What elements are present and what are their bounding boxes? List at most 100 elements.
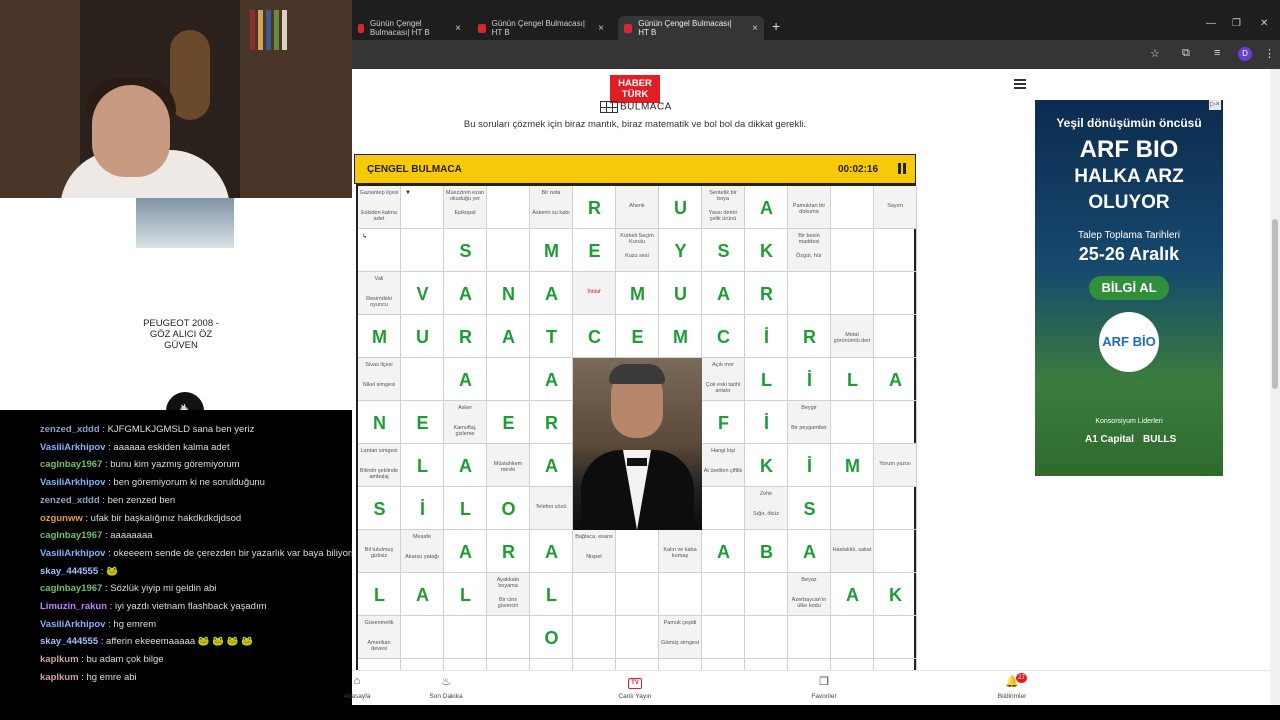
grid-cell[interactable]: [874, 487, 917, 530]
grid-letter-cell[interactable]: İ: [401, 487, 444, 530]
grid-cell[interactable]: [788, 659, 831, 670]
chat-username[interactable]: VasiliArkhipov: [40, 477, 105, 488]
close-icon[interactable]: ×: [752, 23, 758, 34]
grid-cell[interactable]: [487, 358, 530, 401]
grid-cell[interactable]: [702, 487, 745, 530]
grid-letter-cell[interactable]: İ: [788, 444, 831, 487]
grid-letter-cell[interactable]: R: [788, 315, 831, 358]
chat-username[interactable]: kaplkum: [40, 672, 79, 683]
grid-cell[interactable]: [702, 573, 745, 616]
grid-cell[interactable]: [831, 229, 874, 272]
grid-letter-cell[interactable]: A: [702, 272, 745, 315]
close-icon[interactable]: ×: [455, 23, 461, 34]
close-icon[interactable]: ×: [598, 23, 604, 34]
browser-tab-active[interactable]: Günün Çengel Bulmacası| HT B ×: [618, 16, 764, 40]
grid-letter-cell[interactable]: A: [530, 358, 573, 401]
nav-live-tv[interactable]: TV Canlı Yayın: [595, 675, 675, 700]
grid-letter-cell[interactable]: A: [444, 272, 487, 315]
grid-letter-cell[interactable]: O: [487, 487, 530, 530]
grid-cell[interactable]: [831, 616, 874, 659]
grid-cell[interactable]: [444, 659, 487, 670]
grid-letter-cell[interactable]: A: [788, 530, 831, 573]
grid-cell[interactable]: [659, 659, 702, 670]
grid-letter-cell[interactable]: C: [573, 315, 616, 358]
grid-cell[interactable]: [358, 659, 401, 670]
grid-letter-cell[interactable]: M: [530, 229, 573, 272]
grid-letter-cell[interactable]: V: [401, 272, 444, 315]
maximize-icon[interactable]: ❐: [1232, 18, 1241, 29]
chat-username[interactable]: skay_444555: [40, 636, 98, 647]
grid-cell[interactable]: [401, 358, 444, 401]
media-icon[interactable]: ≡: [1214, 47, 1220, 59]
nav-favorites[interactable]: ❐ Favoriler: [784, 675, 864, 700]
grid-cell[interactable]: [487, 616, 530, 659]
sidebar-ad-image[interactable]: [136, 198, 234, 248]
haberturk-logo[interactable]: HABER TÜRK: [610, 75, 660, 103]
grid-cell[interactable]: [487, 659, 530, 670]
grid-letter-cell[interactable]: M: [616, 272, 659, 315]
grid-cell[interactable]: [831, 401, 874, 444]
grid-letter-cell[interactable]: A: [702, 530, 745, 573]
grid-cell[interactable]: [573, 573, 616, 616]
grid-letter-cell[interactable]: A: [530, 272, 573, 315]
grid-letter-cell[interactable]: A: [444, 444, 487, 487]
grid-letter-cell[interactable]: S: [788, 487, 831, 530]
grid-letter-cell[interactable]: L: [745, 358, 788, 401]
grid-letter-cell[interactable]: S: [358, 487, 401, 530]
grid-cell[interactable]: [487, 229, 530, 272]
new-tab-button[interactable]: +: [772, 18, 780, 34]
grid-cell[interactable]: [831, 487, 874, 530]
grid-cell[interactable]: [831, 186, 874, 229]
chat-username[interactable]: ozgunww: [40, 513, 83, 524]
nav-breaking-news[interactable]: ♨ Son Dakika: [406, 675, 486, 700]
grid-letter-cell[interactable]: İ: [745, 315, 788, 358]
bookmark-star-icon[interactable]: ☆: [1150, 47, 1160, 60]
grid-cell[interactable]: [702, 659, 745, 670]
chat-username[interactable]: kaplkum: [40, 654, 79, 665]
grid-cell[interactable]: [401, 659, 444, 670]
chat-username[interactable]: caglnbay1967: [40, 583, 102, 594]
profile-avatar[interactable]: D: [1238, 47, 1252, 61]
grid-cell[interactable]: [487, 186, 530, 229]
ad-close-icon[interactable]: ▷×: [1209, 100, 1221, 110]
grid-cell[interactable]: [788, 272, 831, 315]
browser-tab[interactable]: Günün Çengel Bulmacası| HT B ×: [352, 16, 467, 40]
grid-letter-cell[interactable]: N: [487, 272, 530, 315]
grid-cell[interactable]: [573, 659, 616, 670]
grid-cell[interactable]: [616, 659, 659, 670]
grid-letter-cell[interactable]: R: [530, 401, 573, 444]
grid-letter-cell[interactable]: F: [702, 401, 745, 444]
chat-username[interactable]: caglnbay1967: [40, 530, 102, 541]
grid-letter-cell[interactable]: M: [831, 444, 874, 487]
grid-cell[interactable]: [874, 616, 917, 659]
grid-letter-cell[interactable]: R: [487, 530, 530, 573]
grid-letter-cell[interactable]: L: [444, 487, 487, 530]
grid-letter-cell[interactable]: T: [530, 315, 573, 358]
grid-letter-cell[interactable]: E: [616, 315, 659, 358]
grid-letter-cell[interactable]: U: [659, 272, 702, 315]
browser-tab[interactable]: Günün Çengel Bulmacası| HT B ×: [472, 16, 610, 40]
grid-cell[interactable]: [401, 616, 444, 659]
grid-letter-cell[interactable]: A: [745, 186, 788, 229]
menu-kebab-icon[interactable]: ⋮: [1264, 47, 1275, 60]
pause-button[interactable]: [893, 160, 911, 178]
grid-cell[interactable]: [745, 573, 788, 616]
scrollbar-thumb[interactable]: [1272, 219, 1278, 389]
grid-letter-cell[interactable]: L: [401, 444, 444, 487]
grid-cell[interactable]: [745, 616, 788, 659]
grid-letter-cell[interactable]: A: [401, 573, 444, 616]
grid-cell[interactable]: [831, 272, 874, 315]
grid-letter-cell[interactable]: L: [444, 573, 487, 616]
chat-username[interactable]: caglnbay1967: [40, 459, 102, 470]
grid-letter-cell[interactable]: S: [444, 229, 487, 272]
grid-letter-cell[interactable]: R: [745, 272, 788, 315]
chat-username[interactable]: VasiliArkhipov: [40, 442, 105, 453]
grid-letter-cell[interactable]: L: [530, 573, 573, 616]
grid-cell[interactable]: ↳: [358, 229, 401, 272]
grid-cell[interactable]: [616, 530, 659, 573]
page-scrollbar[interactable]: [1270, 69, 1280, 705]
grid-letter-cell[interactable]: K: [745, 229, 788, 272]
grid-letter-cell[interactable]: U: [401, 315, 444, 358]
grid-cell[interactable]: [874, 659, 917, 670]
grid-cell[interactable]: [874, 530, 917, 573]
